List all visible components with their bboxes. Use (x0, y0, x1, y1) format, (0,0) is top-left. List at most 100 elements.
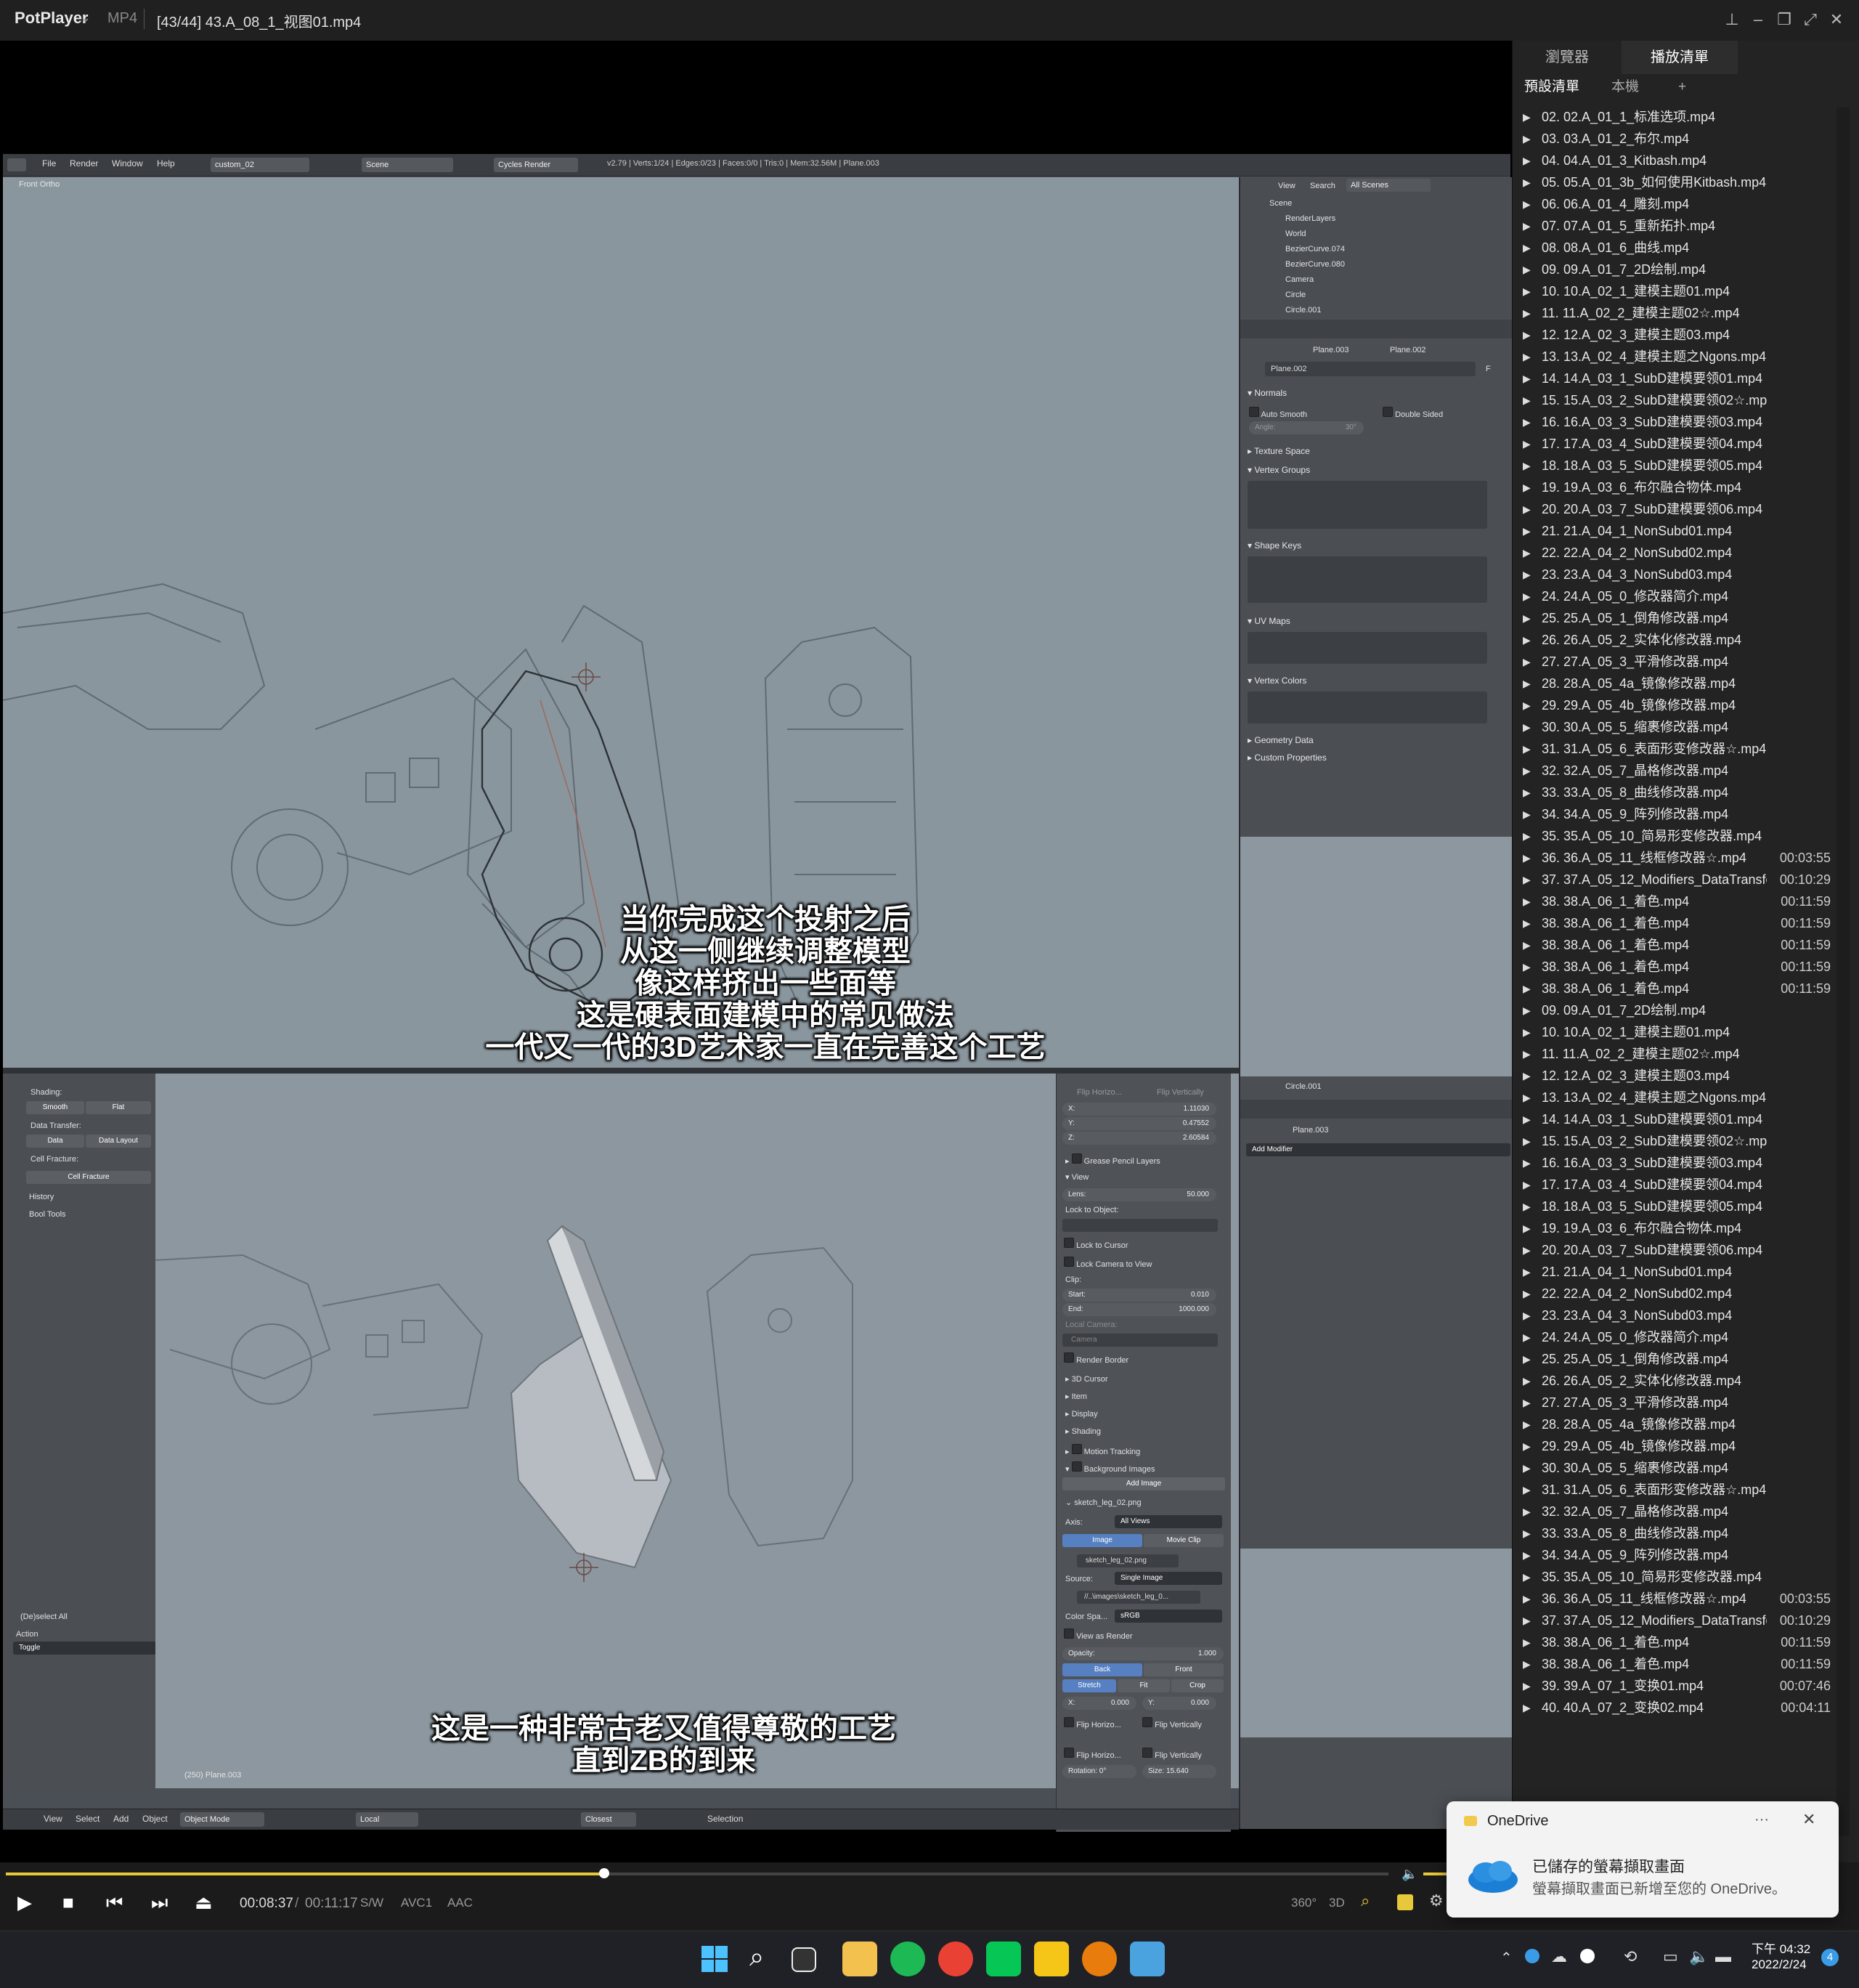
battery-icon[interactable]: ▬ (1715, 1947, 1731, 1966)
fullscreen-button[interactable]: ⤢ (1798, 9, 1823, 31)
playlist-item[interactable]: ▶ 19. 19.A_03_6_布尔融合物体.mp4 (1513, 1217, 1832, 1239)
playlist-item[interactable]: ▶ 27. 27.A_05_3_平滑修改器.mp4 (1513, 1392, 1832, 1413)
outliner-item[interactable]: BezierCurve.080 (1285, 260, 1345, 269)
playlist-item[interactable]: ▶ 22. 22.A_04_2_NonSubd02.mp4 (1513, 542, 1832, 564)
flip-horizontal-2[interactable]: Flip Horizo... (1064, 1748, 1121, 1760)
menu-window[interactable]: Window (112, 158, 143, 169)
outliner-view-menu[interactable]: View (1278, 182, 1295, 190)
outliner-item[interactable]: Scene (1269, 199, 1292, 208)
tray-sync-icon[interactable]: ⟲ (1624, 1947, 1637, 1966)
vertex-colors-panel[interactable]: ▾ Vertex Colors (1248, 675, 1306, 686)
volume-tray-icon[interactable]: 🔈 (1689, 1947, 1709, 1966)
restore-button[interactable]: ❐ (1772, 9, 1797, 31)
local-camera-field[interactable]: Camera (1062, 1334, 1218, 1347)
playlist-item[interactable]: ▶ 32. 32.A_05_7_晶格修改器.mp4 (1513, 760, 1832, 782)
playlist-item[interactable]: ▶ 29. 29.A_05_4b_镜像修改器.mp4 (1513, 1435, 1832, 1457)
playlist-item[interactable]: ▶ 17. 17.A_03_4_SubD建模要领04.mp4 (1513, 1174, 1832, 1196)
clock-date[interactable]: 2022/2/24 (1752, 1957, 1807, 1972)
playlist-item[interactable]: ▶ 35. 35.A_05_10_简易形变修改器.mp4 (1513, 825, 1832, 847)
clock-time[interactable]: 下午 04:32 (1752, 1939, 1810, 1957)
cell-fracture-button[interactable]: Cell Fracture (26, 1171, 151, 1184)
snap-select[interactable]: Closest (581, 1812, 636, 1827)
network-icon[interactable]: ▭ (1663, 1947, 1678, 1966)
rotation-field[interactable]: Rotation: 0° (1062, 1765, 1136, 1778)
playlist-item[interactable]: ▶ 22. 22.A_04_2_NonSubd02.mp4 (1513, 1283, 1832, 1305)
playlist-item[interactable]: ▶ 32. 32.A_05_7_晶格修改器.mp4 (1513, 1501, 1832, 1522)
toast-close-button[interactable]: ✕ (1802, 1810, 1815, 1829)
playlist-item[interactable]: ▶ 38. 38.A_06_1_着色.mp4 00:11:59 (1513, 978, 1832, 999)
lock-camera[interactable]: Lock Camera to View (1064, 1257, 1152, 1269)
close-button[interactable]: ✕ (1824, 9, 1849, 31)
playlist-item[interactable]: ▶ 33. 33.A_05_8_曲线修改器.mp4 (1513, 782, 1832, 803)
image-field[interactable]: sketch_leg_02.png (1077, 1554, 1179, 1567)
stretch-button[interactable]: Stretch (1062, 1679, 1116, 1692)
playlist-item[interactable]: ▶ 21. 21.A_04_1_NonSubd01.mp4 (1513, 1261, 1832, 1283)
task-view-icon[interactable] (792, 1947, 816, 1972)
image-entry[interactable]: ⌄ sketch_leg_02.png (1065, 1498, 1142, 1507)
chrome-icon[interactable] (938, 1942, 973, 1976)
playlist-item[interactable]: ▶ 31. 31.A_05_6_表面形变修改器☆.mp4 (1513, 738, 1832, 760)
fake-user-toggle[interactable]: F (1486, 365, 1491, 373)
outliner-circle-item[interactable]: Circle.001 (1285, 1082, 1322, 1091)
play-button[interactable]: ▶ (17, 1891, 32, 1914)
playlist-item[interactable]: ▶ 26. 26.A_05_2_实体化修改器.mp4 (1513, 1370, 1832, 1392)
y-field[interactable]: Y: 0.47552 (1062, 1117, 1216, 1130)
vr-360-button[interactable]: 360° (1291, 1896, 1317, 1910)
playlist-item[interactable]: ▶ 38. 38.A_06_1_着色.mp4 00:11:59 (1513, 912, 1832, 934)
x-field[interactable]: X: 1.11030 (1062, 1103, 1216, 1116)
render-engine-select[interactable]: Cycles Render (494, 158, 578, 172)
offset-y-field[interactable]: Y: 0.000 (1142, 1697, 1216, 1710)
playlist-item[interactable]: ▶ 23. 23.A_04_3_NonSubd03.mp4 (1513, 564, 1832, 585)
movie-clip-tab[interactable]: Movie Clip (1144, 1534, 1224, 1547)
next-button[interactable]: ⏭ (151, 1891, 168, 1915)
decoder-badge[interactable]: S/W (360, 1896, 383, 1910)
playlist-item[interactable]: ▶ 16. 16.A_03_3_SubD建模要领03.mp4 (1513, 1152, 1832, 1174)
view-panel[interactable]: ▾ View (1065, 1172, 1089, 1182)
tray-chevron-icon[interactable]: ⌃ (1500, 1949, 1513, 1967)
playlist-item[interactable]: ▶ 38. 38.A_06_1_着色.mp4 00:11:59 (1513, 1631, 1832, 1653)
outliner-item[interactable]: RenderLayers (1285, 214, 1335, 223)
outliner-item[interactable]: BezierCurve.074 (1285, 245, 1345, 253)
tab-playlist[interactable]: 播放清單 (1622, 41, 1738, 74)
playlist-item[interactable]: ▶ 26. 26.A_05_2_实体化修改器.mp4 (1513, 629, 1832, 651)
audio-codec-badge[interactable]: AAC (447, 1896, 473, 1910)
cursor-3d-panel[interactable]: ▸ 3D Cursor (1065, 1374, 1108, 1384)
playlist-item[interactable]: ▶ 37. 37.A_05_12_Modifiers_DataTransfer..… (1513, 1610, 1832, 1631)
layout-field[interactable]: custom_02 (211, 158, 309, 172)
geometry-data-panel[interactable]: ▸ Geometry Data (1248, 735, 1314, 745)
playlist-item[interactable]: ▶ 11. 11.A_02_2_建模主题02☆.mp4 (1513, 1043, 1832, 1065)
playlist-item[interactable]: ▶ 04. 04.A_01_3_Kitbash.mp4 (1513, 150, 1832, 171)
operator-title[interactable]: (De)select All (20, 1612, 68, 1621)
playlist-item[interactable]: ▶ 30. 30.A_05_5_缩裹修改器.mp4 (1513, 1457, 1832, 1479)
windows-start-icon[interactable] (701, 1946, 728, 1972)
settings-gear-icon[interactable]: ⚙ (1429, 1891, 1444, 1910)
auto-smooth[interactable]: Auto Smooth (1249, 407, 1307, 419)
image-tab[interactable]: Image (1062, 1534, 1142, 1547)
playlist-item[interactable]: ▶ 05. 05.A_01_3b_如何使用Kitbash.mp4 (1513, 171, 1832, 193)
playlist-item[interactable]: ▶ 10. 10.A_02_1_建模主题01.mp4 (1513, 280, 1832, 302)
shading-panel[interactable]: ▸ Shading (1065, 1427, 1101, 1436)
playlist-item[interactable]: ▶ 16. 16.A_03_3_SubD建模要领03.mp4 (1513, 411, 1832, 433)
data-button[interactable]: Data (26, 1135, 84, 1148)
shape-keys-list[interactable] (1248, 556, 1487, 603)
menu-help[interactable]: Help (157, 158, 175, 169)
tab-browser[interactable]: 瀏覽器 (1513, 41, 1622, 74)
data-layout-button[interactable]: Data Layout (86, 1135, 151, 1148)
color-space-select[interactable]: sRGB (1115, 1610, 1222, 1623)
mode-select[interactable]: Object Mode (180, 1812, 264, 1827)
pin-icon[interactable]: ⊥ (1720, 9, 1744, 31)
header-select-menu[interactable]: Select (76, 1814, 99, 1824)
spotify-icon[interactable] (890, 1942, 925, 1976)
outliner-item[interactable]: Circle (1285, 291, 1306, 299)
texture-space-panel[interactable]: ▸ Texture Space (1248, 446, 1310, 456)
file-explorer-icon[interactable] (842, 1942, 877, 1976)
small-viewport-2[interactable] (1240, 1549, 1512, 1737)
smooth-button[interactable]: Smooth (26, 1101, 84, 1114)
offset-x-field[interactable]: X: 0.000 (1062, 1697, 1136, 1710)
eject-button[interactable]: ⏏ (195, 1891, 213, 1914)
stop-button[interactable]: ■ (62, 1891, 74, 1914)
blender-icon[interactable] (1082, 1942, 1117, 1976)
view-as-render[interactable]: View as Render (1064, 1628, 1133, 1641)
potplayer-icon[interactable] (1034, 1942, 1069, 1976)
menu-file[interactable]: File (42, 158, 56, 169)
